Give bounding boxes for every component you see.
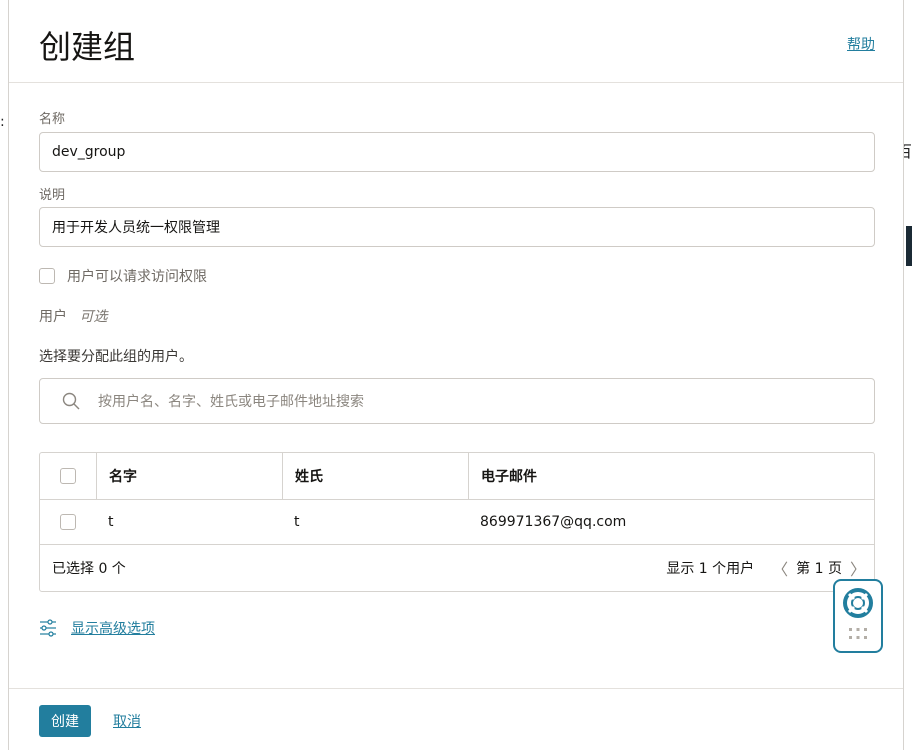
row-select-checkbox[interactable] xyxy=(60,514,76,530)
create-group-dialog: 创建组 帮助 名称 说明 用户可以请求访问权限 用户 可选 选择要分配此组的用户… xyxy=(8,0,904,750)
request-access-row: 用户可以请求访问权限 xyxy=(39,266,207,286)
request-access-checkbox[interactable] xyxy=(39,268,55,284)
column-header-email[interactable]: 电子邮件 xyxy=(468,453,874,499)
name-label: 名称 xyxy=(39,112,66,127)
assign-users-instructions: 选择要分配此组的用户。 xyxy=(39,349,193,365)
page-title: 创建组 xyxy=(39,28,136,66)
user-search-input[interactable]: 按用户名、名字、姓氏或电子邮件地址搜索 xyxy=(39,378,875,424)
row-first-name: t xyxy=(108,514,114,530)
table-header-row: 名字 姓氏 电子邮件 xyxy=(40,453,874,500)
next-page-icon[interactable]: 〉 xyxy=(842,556,874,580)
page-indicator: 第 1 页 xyxy=(796,561,842,577)
background-window-left-text: : xyxy=(0,114,5,130)
cancel-link[interactable]: 取消 xyxy=(113,711,141,731)
users-table: 名字 姓氏 电子邮件 t t 869971367@qq.com 已选择 0 个 … xyxy=(39,452,875,592)
showing-count: 显示 1 个用户 xyxy=(666,561,755,577)
help-link[interactable]: 帮助 xyxy=(847,34,875,54)
users-section-label: 用户 可选 xyxy=(39,306,107,326)
advanced-options-row: 显示高级选项 xyxy=(39,618,155,638)
request-access-label: 用户可以请求访问权限 xyxy=(67,269,207,285)
lifebuoy-icon xyxy=(843,588,873,618)
row-select-cell xyxy=(40,500,96,544)
sliders-icon[interactable] xyxy=(39,619,57,637)
row-email: 869971367@qq.com xyxy=(480,514,627,530)
pagination: 显示 1 个用户 〈 第 1 页 〉 xyxy=(666,556,874,580)
users-optional-label: 可选 xyxy=(79,309,108,325)
dialog-header: 创建组 帮助 xyxy=(9,0,903,83)
search-placeholder: 按用户名、名字、姓氏或电子邮件地址搜索 xyxy=(98,394,364,410)
dialog-footer: 创建 取消 xyxy=(9,688,903,751)
users-label: 用户 xyxy=(39,309,67,325)
create-button[interactable]: 创建 xyxy=(39,705,91,737)
table-footer: 已选择 0 个 显示 1 个用户 〈 第 1 页 〉 xyxy=(40,545,874,591)
table-row[interactable]: t t 869971367@qq.com xyxy=(40,500,874,545)
description-label: 说明 xyxy=(39,188,66,203)
name-field[interactable] xyxy=(39,132,875,172)
background-window-strip xyxy=(906,226,912,266)
select-all-checkbox[interactable] xyxy=(60,468,76,484)
column-header-first-name[interactable]: 名字 xyxy=(96,453,282,499)
description-field[interactable] xyxy=(39,207,875,247)
help-widget[interactable] xyxy=(833,579,883,653)
column-header-last-name[interactable]: 姓氏 xyxy=(282,453,468,499)
previous-page-icon[interactable]: 〈 xyxy=(764,556,796,580)
search-icon xyxy=(62,392,80,410)
show-advanced-options-link[interactable]: 显示高级选项 xyxy=(71,618,155,638)
selected-count: 已选择 0 个 xyxy=(52,561,126,577)
grip-icon[interactable] xyxy=(847,627,869,641)
row-last-name: t xyxy=(294,514,300,530)
select-all-cell xyxy=(40,453,96,499)
